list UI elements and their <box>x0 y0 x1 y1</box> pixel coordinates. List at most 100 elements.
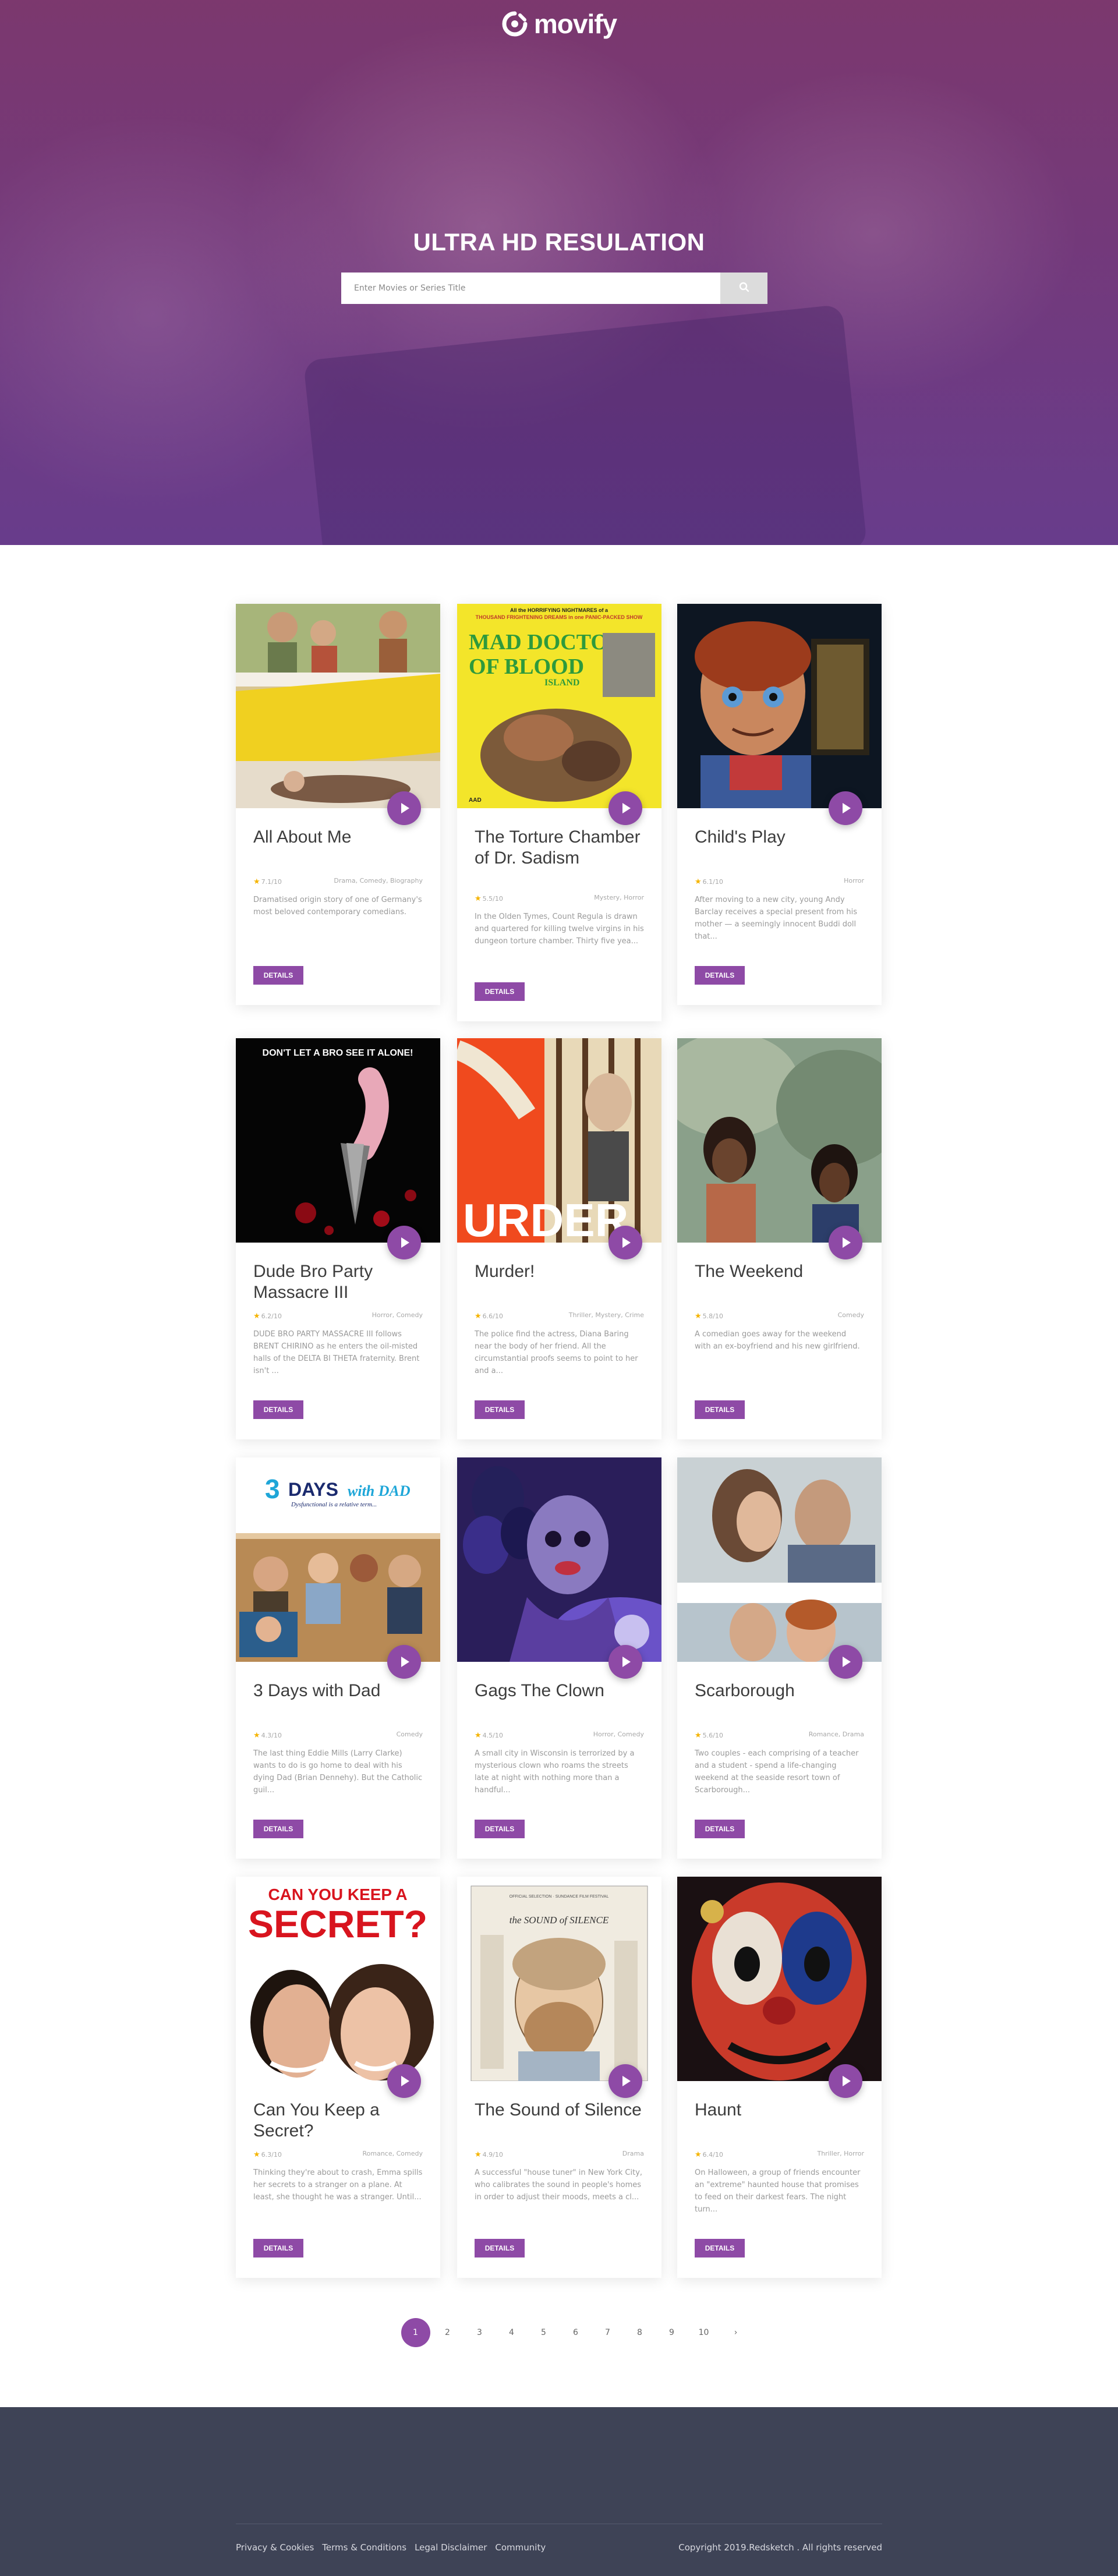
movie-poster[interactable]: OFFICIAL SELECTION · SUNDANCE FILM FESTI… <box>457 1877 661 2081</box>
play-button[interactable] <box>608 1645 642 1679</box>
play-button[interactable] <box>608 2064 642 2098</box>
movie-title[interactable]: The Torture Chamber of Dr. Sadism <box>475 827 643 869</box>
movie-poster[interactable]: All the HORRIFYING NIGHTMARES of a THOUS… <box>457 604 661 808</box>
movie-title[interactable]: Murder! <box>475 1261 643 1282</box>
page-7[interactable]: 7 <box>592 2317 624 2348</box>
details-button[interactable]: DETAILS <box>253 2239 303 2257</box>
movie-card: Scarborough ★ 5.6/10 Romance, Drama Two c… <box>677 1457 882 1859</box>
footer-link-terms[interactable]: Terms & Conditions <box>322 2542 406 2553</box>
play-button[interactable] <box>387 1226 421 1259</box>
footer-link-legal[interactable]: Legal Disclaimer <box>415 2542 487 2553</box>
movie-title[interactable]: Child's Play <box>695 827 864 848</box>
page-1[interactable]: 1 <box>399 2317 431 2348</box>
details-button[interactable]: DETAILS <box>695 1820 745 1838</box>
movie-title[interactable]: Gags The Clown <box>475 1680 643 1701</box>
movie-poster[interactable]: 3 DAYS with DAD Dysfunctional is a relat… <box>236 1457 440 1662</box>
details-button[interactable]: DETAILS <box>475 982 525 1001</box>
movie-poster[interactable]: DON'T LET A BRO SEE IT ALONE! <box>236 1038 440 1243</box>
play-button[interactable] <box>387 791 421 825</box>
page-3[interactable]: 3 <box>464 2317 496 2348</box>
movie-poster[interactable] <box>677 1038 882 1243</box>
movie-genres: Comedy <box>837 1311 864 1319</box>
footer-link-privacy[interactable]: Privacy & Cookies <box>236 2542 314 2553</box>
footer-links: Privacy & Cookies Terms & Conditions Leg… <box>236 2542 546 2553</box>
star-icon: ★ <box>695 1311 702 1321</box>
movie-title[interactable]: Can You Keep a Secret? <box>253 2100 422 2142</box>
svg-text:DAYS: DAYS <box>288 1479 338 1500</box>
play-button[interactable] <box>829 1226 862 1259</box>
site-logo[interactable]: movify <box>489 5 629 43</box>
play-button[interactable] <box>608 791 642 825</box>
page-number: 1 <box>401 2318 430 2347</box>
details-button[interactable]: DETAILS <box>695 966 745 985</box>
search-input[interactable] <box>341 273 720 304</box>
page-2[interactable]: 2 <box>431 2317 464 2348</box>
page-number: 7 <box>605 2328 610 2337</box>
svg-text:OFFICIAL SELECTION · SUNDANCE: OFFICIAL SELECTION · SUNDANCE FILM FESTI… <box>510 1895 609 1899</box>
page-8[interactable]: 8 <box>624 2317 656 2348</box>
details-button[interactable]: DETAILS <box>695 2239 745 2257</box>
movie-description: A comedian goes away for the weekend wit… <box>695 1330 860 1351</box>
movie-title[interactable]: Scarborough <box>695 1680 864 1701</box>
search-bar <box>341 273 767 304</box>
movie-card: All the HORRIFYING NIGHTMARES of a THOUS… <box>457 604 661 1021</box>
next-page-button[interactable]: › <box>720 2317 752 2348</box>
play-button[interactable] <box>387 2064 421 2098</box>
star-icon: ★ <box>253 877 260 886</box>
movie-poster[interactable] <box>457 1457 661 1662</box>
play-icon <box>401 803 409 813</box>
play-button[interactable] <box>829 791 862 825</box>
movie-title[interactable]: The Weekend <box>695 1261 864 1282</box>
movie-meta: ★ 7.1/10 Drama, Comedy, Biography <box>253 877 423 886</box>
movie-title[interactable]: The Sound of Silence <box>475 2100 643 2121</box>
search-button[interactable] <box>720 273 767 304</box>
details-button[interactable]: DETAILS <box>253 1400 303 1419</box>
page-number: 2 <box>445 2328 450 2337</box>
details-button[interactable]: DETAILS <box>475 2239 525 2257</box>
movie-title[interactable]: All About Me <box>253 827 422 848</box>
movie-rating: ★ 4.5/10 <box>475 1731 503 1740</box>
movie-title[interactable]: 3 Days with Dad <box>253 1680 422 1701</box>
movie-genres: Horror, Comedy <box>372 1311 423 1319</box>
details-button[interactable]: DETAILS <box>253 1820 303 1838</box>
details-button[interactable]: DETAILS <box>475 1400 525 1419</box>
star-icon: ★ <box>475 894 482 903</box>
details-button[interactable]: DETAILS <box>475 1820 525 1838</box>
details-button[interactable]: DETAILS <box>695 1400 745 1419</box>
movie-rating: ★ 5.8/10 <box>695 1311 723 1321</box>
movie-rating: ★ 6.4/10 <box>695 2150 723 2159</box>
page-number: 4 <box>509 2328 514 2337</box>
movie-meta: ★ 5.6/10 Romance, Drama <box>695 1731 864 1740</box>
logo-icon <box>501 10 528 37</box>
movie-rating: ★ 6.2/10 <box>253 1311 282 1321</box>
movie-card: Haunt ★ 6.4/10 Thriller, Horror On Hallow… <box>677 1877 882 2278</box>
play-button[interactable] <box>829 2064 862 2098</box>
movie-description: Two couples - each comprising of a teach… <box>695 1749 859 1795</box>
play-button[interactable] <box>608 1226 642 1259</box>
svg-text:All the HORRIFYING NIGHTMARES: All the HORRIFYING NIGHTMARES of a <box>510 607 608 613</box>
footer-link-community[interactable]: Community <box>495 2542 546 2553</box>
movie-description: A successful "house tuner" in New York C… <box>475 2168 643 2202</box>
play-icon <box>843 1657 851 1667</box>
movie-genres: Romance, Drama <box>808 1731 864 1738</box>
page-4[interactable]: 4 <box>496 2317 528 2348</box>
page-6[interactable]: 6 <box>560 2317 592 2348</box>
movie-poster[interactable]: CAN YOU KEEP A SECRET? <box>236 1877 440 2081</box>
movie-genres: Horror <box>844 877 864 884</box>
movie-poster[interactable]: URDER <box>457 1038 661 1243</box>
play-button[interactable] <box>829 1645 862 1679</box>
details-button[interactable]: DETAILS <box>253 966 303 985</box>
movie-card: DON'T LET A BRO SEE IT ALONE! Dude Bro P… <box>236 1038 440 1439</box>
movie-poster[interactable] <box>677 1877 882 2081</box>
play-button[interactable] <box>387 1645 421 1679</box>
movie-title[interactable]: Dude Bro Party Massacre III <box>253 1261 422 1303</box>
movie-poster[interactable] <box>677 604 882 808</box>
movie-description: Dramatised origin story of one of German… <box>253 896 422 917</box>
page-5[interactable]: 5 <box>528 2317 560 2348</box>
page-9[interactable]: 9 <box>656 2317 688 2348</box>
page-10[interactable]: 10 <box>688 2317 720 2348</box>
movie-poster[interactable] <box>677 1457 882 1662</box>
movie-title[interactable]: Haunt <box>695 2100 864 2121</box>
movie-poster[interactable] <box>236 604 440 808</box>
rating-value: 6.2/10 <box>261 1312 282 1320</box>
